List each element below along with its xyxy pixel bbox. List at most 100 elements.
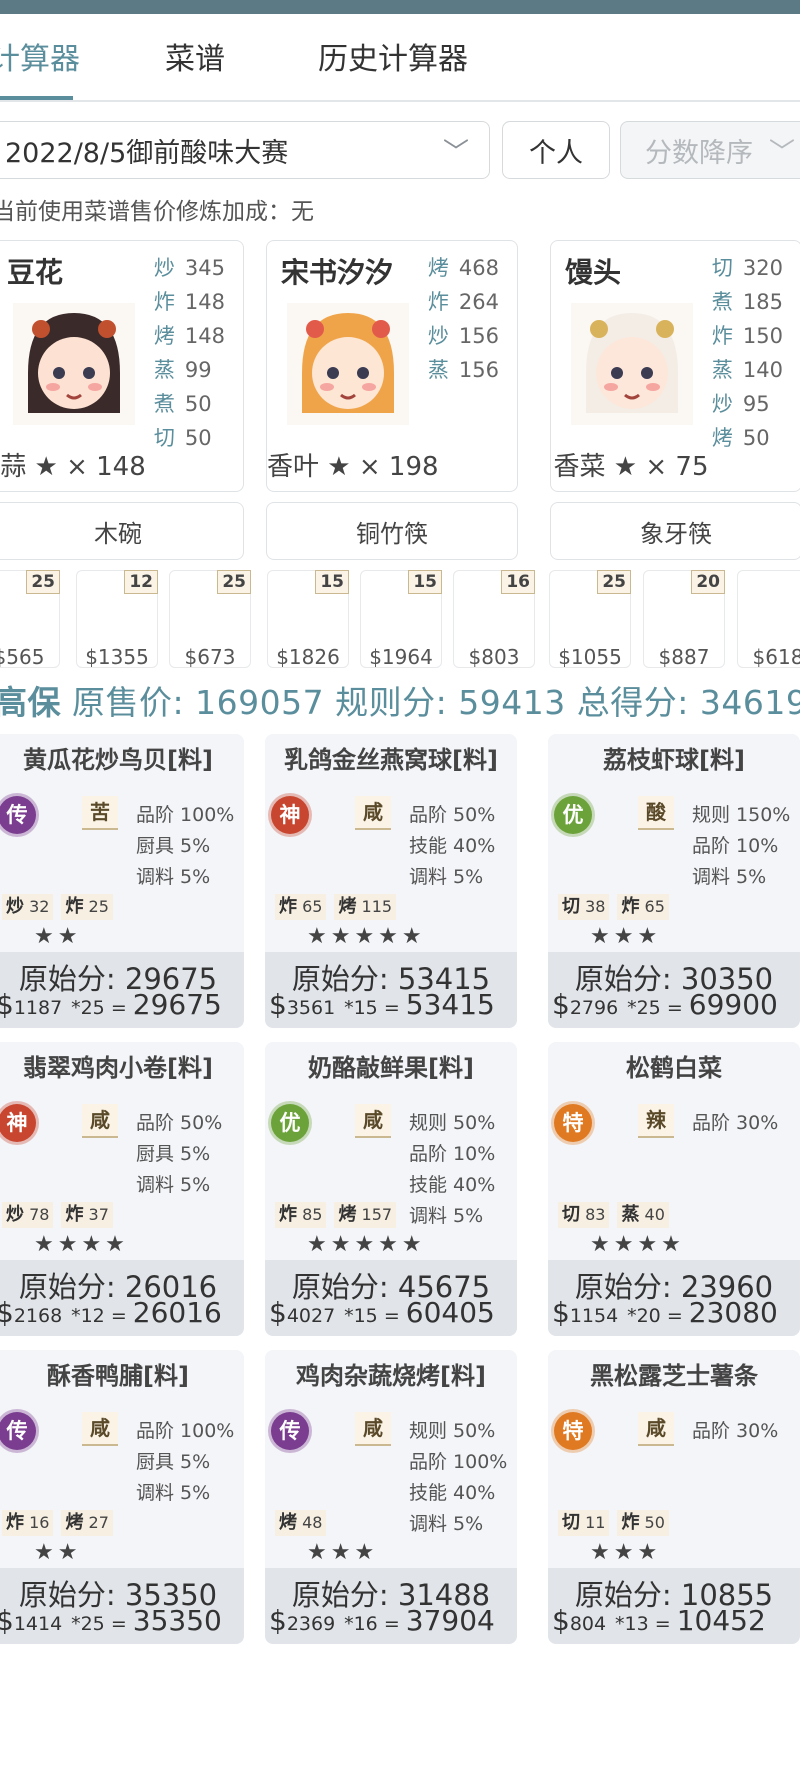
contest-select[interactable]: 2022/8/5御前酸味大赛 ﹀ [0, 121, 490, 179]
recipe-result: 23080 [688, 1296, 778, 1329]
bonus-list: 品阶 30% [692, 1108, 778, 1139]
rarity-badge: 传 [271, 1412, 309, 1450]
chef-skill-row: 烤 148 [154, 319, 225, 353]
tab-history-calculator[interactable]: 历史计算器 [318, 34, 468, 78]
ingredient-slot[interactable]: 25 $673 [169, 570, 251, 669]
recipe-card[interactable]: 松鹤白菜特 辣品阶 30% 切 83 蒸 40 ★★★★ 原始分: 23960 $1154 … [548, 1042, 800, 1336]
chef-name: 宋书汐汐 [281, 256, 394, 289]
price-calculation: $804 *13 = 10452 [552, 1604, 766, 1637]
chef-condiment: 香菜 ★ × 75 [551, 446, 711, 483]
chef-skill-list: 切 320 煮 185 炸 150 蒸 140 炒 95 烤 50 [712, 251, 783, 455]
skill-type: 烤 [711, 426, 733, 450]
ingredient-slot[interactable]: $618 [737, 570, 800, 669]
skill-type: 切 [562, 1204, 580, 1225]
score-box: 原始分: 29675 $1187 *25 = 29675 [0, 952, 244, 1028]
bonus-item: 品阶 10% [409, 1143, 496, 1165]
chef-skill-row: 烤 468 [428, 251, 499, 285]
ingredient-slot[interactable]: 25 $1055 [549, 570, 631, 669]
chef-card[interactable]: 馒头 切 320 煮 185 炸 150 蒸 140 炒 95 烤 50 香菜 ★ × 75 [550, 240, 800, 492]
ingredient-slot[interactable]: 20 $887 [643, 570, 725, 669]
slot-quantity-badge: 15 [408, 570, 442, 594]
recipe-card[interactable]: 鸡肉杂蔬烧烤[料] 传 咸规则 50% 品阶 100% 技能 40% 调料 5% 烤 48 ★… [265, 1350, 517, 1644]
bonus-item: 品阶 100% [136, 1420, 235, 1442]
bonus-list: 规则 150% 品阶 10% 调料 5% [692, 800, 790, 893]
bonus-item: 调料 5% [692, 866, 767, 888]
dollar-icon: $ [269, 1604, 287, 1637]
bonus-item: 规则 150% [692, 804, 791, 826]
chef-skill-list: 烤 468 炸 264 炒 156 蒸 156 [428, 251, 499, 387]
skill-type: 炒 [153, 256, 175, 280]
star-rating: ★★★ [307, 1540, 379, 1565]
skill-requirements: 炸 85 烤 157 [275, 1202, 397, 1228]
skill-value: 99 [184, 358, 212, 382]
recipe-name: 酥香鸭脯[料] [47, 1362, 189, 1390]
bonus-list: 品阶 100% 厨具 5% 调料 5% [136, 800, 234, 893]
chef-condiment: 香叶 ★ × 198 [267, 446, 439, 483]
skill-value: 50 [184, 392, 212, 416]
ingredient-slot[interactable]: 25 $565 [0, 570, 60, 669]
skill-value: 157 [361, 1205, 393, 1224]
rule-score-value: 59413 [458, 683, 566, 722]
tab-recipes[interactable]: 菜谱 [165, 34, 225, 78]
skill-type: 炸 [711, 324, 733, 348]
recipe-card[interactable]: 黑松露芝士薯条特 咸品阶 30% 切 11 炸 50 ★★★ 原始分: 10855 $804… [548, 1350, 800, 1644]
sort-select[interactable]: 分数降序 ﹀ [620, 121, 800, 179]
rarity-badge: 传 [0, 796, 36, 834]
dollar-icon: $ [0, 1604, 14, 1637]
chef-card[interactable]: 豆花 炒 345 炸 148 烤 148 蒸 99 煮 50 切 50 蒜 ★ × 148 [0, 240, 244, 492]
slot-price: $803 [468, 645, 520, 669]
skill-type: 切 [562, 1512, 580, 1533]
skill-value: 78 [29, 1205, 50, 1224]
chef-card[interactable]: 宋书汐汐 烤 468 炸 264 炒 156 蒸 156 香叶 ★ × 198 [266, 240, 518, 492]
dollar-icon: $ [269, 1296, 287, 1329]
recipe-card[interactable]: 翡翠鸡肉小卷[料] 神咸品阶 50% 厨具 5% 调料 5% 炒 78 炸 37 ★★★★ 原… [0, 1042, 244, 1336]
tab-calculator[interactable]: 计算器 [0, 34, 80, 78]
recipe-card[interactable]: 奶酪敲鲜果[料] 优 咸规则 50% 品阶 10% 技能 40% 调料 5% 炸 85 烤 1… [265, 1042, 517, 1336]
equipment-button[interactable]: 木碗 [0, 502, 244, 560]
skill-type: 烤 [153, 324, 175, 348]
star-rating: ★★ [34, 1540, 82, 1565]
ingredient-slot[interactable]: 15 $1964 [360, 570, 442, 669]
ingredient-slot[interactable]: 16 $803 [453, 570, 535, 669]
recipe-quantity: *25 [71, 997, 105, 1019]
slot-price: $1826 [276, 645, 340, 669]
recipe-card[interactable]: 黄瓜花炒鸟贝[料] 传苦品阶 100% 厨具 5% 调料 5% 炒 32 炸 25 ★★ 原始… [0, 734, 244, 1028]
condiment-name: 香叶 [267, 452, 320, 482]
chef-skill-row: 炒 95 [712, 387, 783, 421]
mode-button[interactable]: 个人 [502, 121, 610, 179]
bonus-item: 调料 5% [136, 1482, 211, 1504]
skill-type: 烤 [338, 1204, 357, 1225]
skill-requirements: 炸 65 烤 115 [275, 894, 397, 920]
recipe-card[interactable]: 荔枝虾球[料] 优 酸规则 150% 品阶 10% 调料 5% 切 38 炸 65 ★★★ 原始… [548, 734, 800, 1028]
skill-value: 320 [742, 256, 783, 280]
star-rating: ★★★★★ [307, 924, 426, 949]
skill-type: 烤 [65, 1512, 84, 1533]
bonus-list: 规则 50% 品阶 100% 技能 40% 调料 5% [409, 1416, 507, 1540]
flavor-tag: 咸 [355, 796, 391, 830]
slot-quantity-badge: 15 [315, 570, 349, 594]
equipment-button[interactable]: 铜竹筷 [266, 502, 518, 560]
summary-label: 高保 [0, 683, 61, 722]
slot-price: $1355 [85, 645, 149, 669]
recipe-card[interactable]: 乳鸽金丝燕窝球[料] 神 咸品阶 50% 技能 40% 调料 5% 炸 65 烤 115 ★★… [265, 734, 517, 1028]
skill-value: 85 [302, 1205, 323, 1224]
chef-skill-list: 炒 345 炸 148 烤 148 蒸 99 煮 50 切 50 [154, 251, 225, 455]
unit-price: 4027 [286, 1305, 336, 1327]
condiment-name: 蒜 [0, 452, 27, 482]
equipment-button[interactable]: 象牙筷 [550, 502, 800, 560]
ingredient-slot[interactable]: 12 $1355 [76, 570, 158, 669]
recipe-card[interactable]: 酥香鸭脯[料] 传咸品阶 100% 厨具 5% 调料 5% 炸 16 烤 27 ★★ 原始分:… [0, 1350, 244, 1644]
ingredient-slot[interactable]: 15 $1826 [267, 570, 349, 669]
unit-price: 1187 [13, 997, 63, 1019]
score-summary: 高保 原售价: 169057 规则分: 59413 总得分: 346197 [0, 676, 800, 724]
skill-requirement: 烤 115 [334, 894, 397, 920]
unit-price: 1414 [13, 1613, 63, 1635]
flavor-tag: 咸 [355, 1104, 391, 1138]
bonus-item: 技能 40% [409, 1482, 496, 1504]
price-calculation: $2796 *25 = 69900 [552, 988, 778, 1021]
recipe-name: 荔枝虾球[料] [603, 746, 745, 774]
dollar-icon: $ [269, 988, 287, 1021]
chef-avatar [571, 303, 693, 425]
skill-requirement: 炸 16 [2, 1510, 54, 1536]
bonus-item: 规则 50% [409, 1420, 496, 1442]
